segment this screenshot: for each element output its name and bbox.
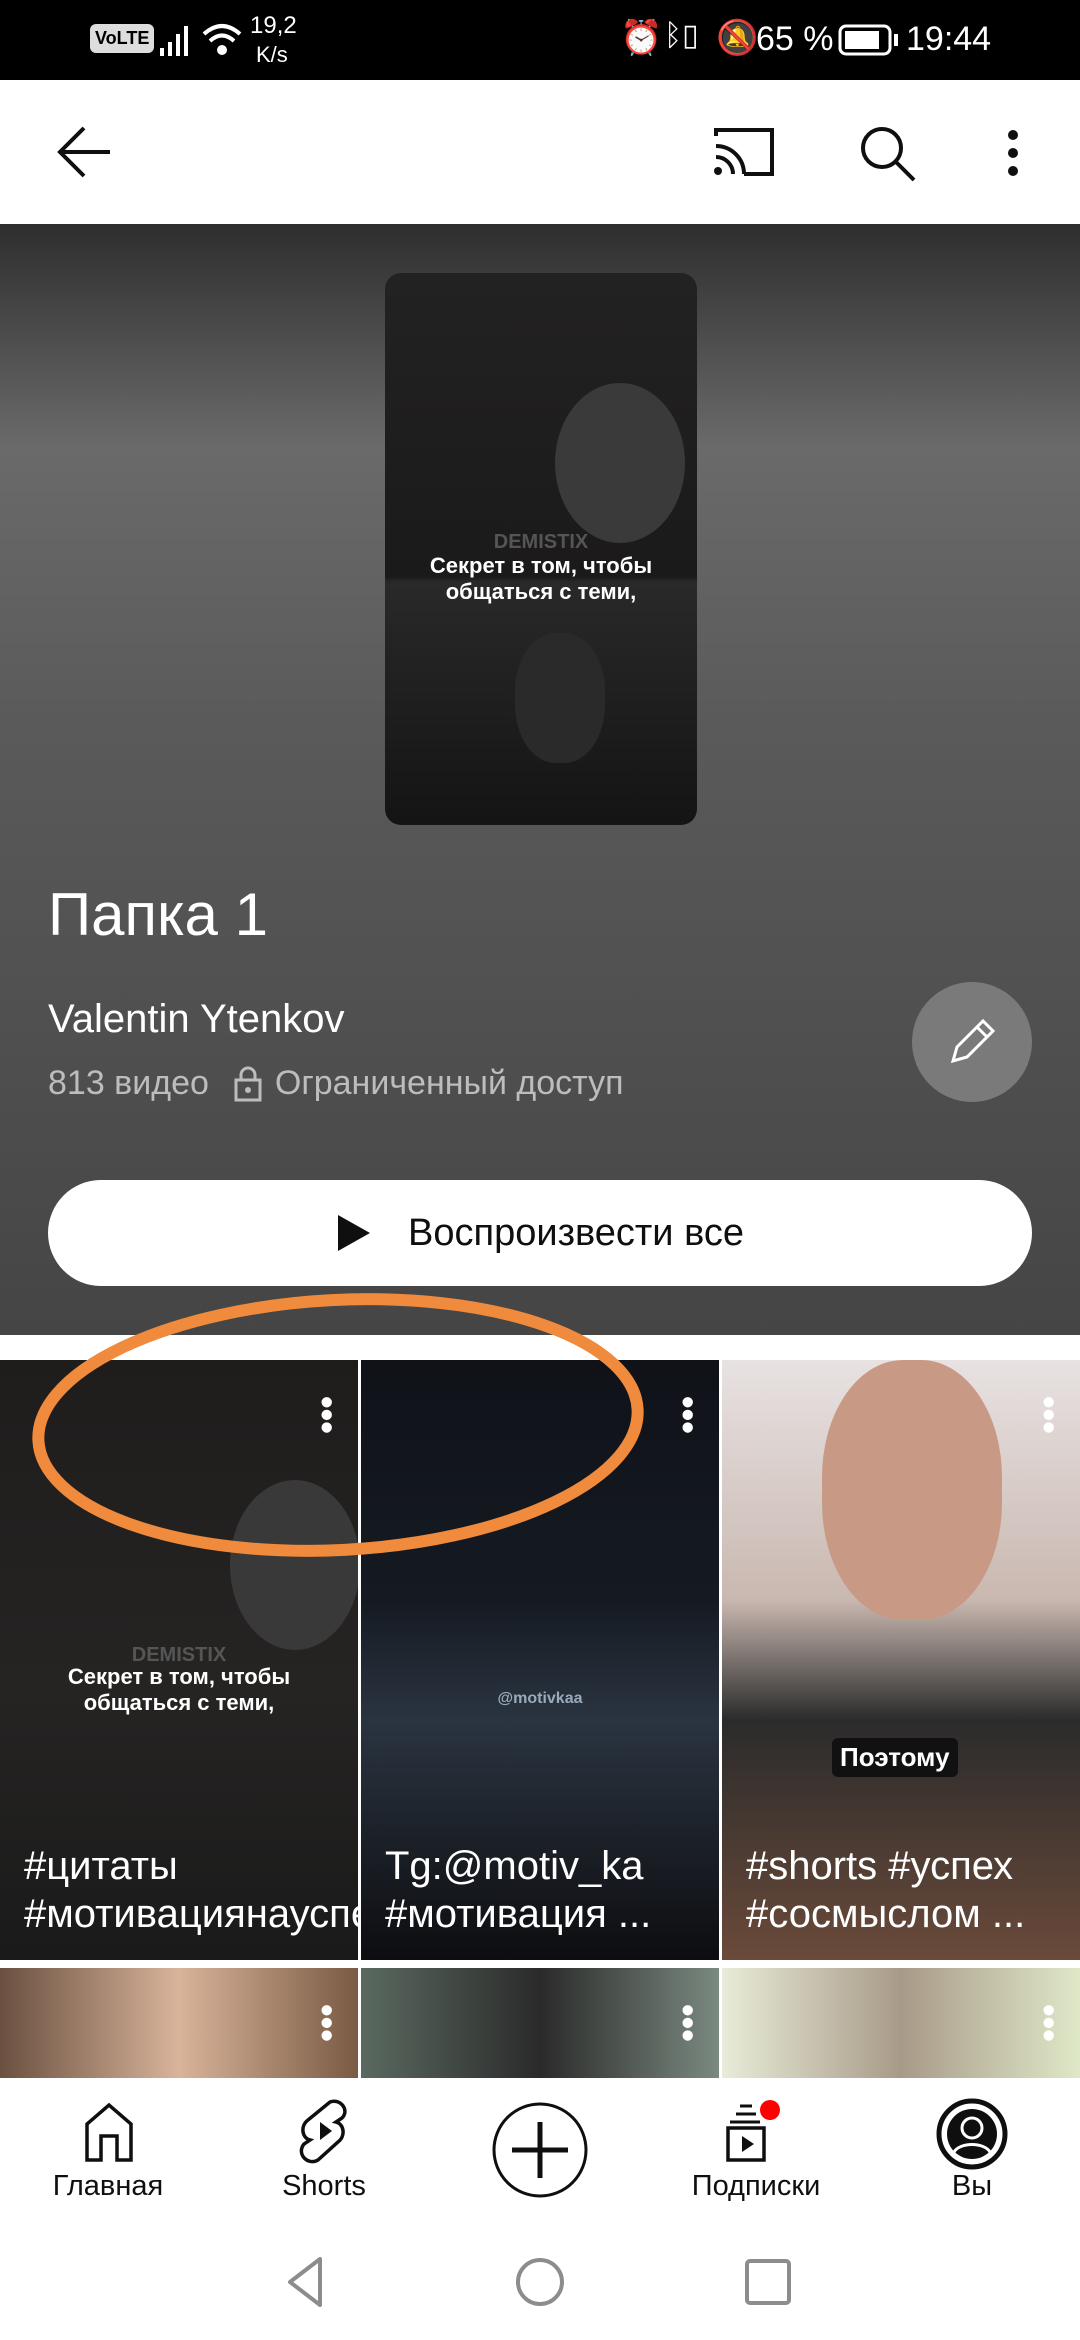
nav-shorts[interactable]: Shorts <box>216 2078 432 2222</box>
video-item[interactable]: ••• <box>722 1968 1080 2078</box>
nav-label: Главная <box>52 2170 164 2202</box>
bluetooth-battery-icon: ᛒ▯ <box>664 19 699 52</box>
video-item[interactable]: ••• <box>361 1968 719 2078</box>
more-vert-icon[interactable]: ••• <box>1029 1396 1070 1434</box>
more-vert-icon[interactable]: ••• <box>307 2004 348 2042</box>
video-item[interactable]: ••• <box>0 1968 358 2078</box>
pencil-icon <box>950 1018 996 1064</box>
system-back-icon[interactable] <box>286 2256 326 2308</box>
privacy-status: Ограниченный доступ <box>274 1064 624 1102</box>
nav-subscriptions[interactable]: Подписки <box>648 2078 864 2222</box>
signal-icon <box>160 26 188 56</box>
skull-figure <box>555 383 685 543</box>
battery-icon <box>838 24 898 56</box>
thumbnail-watermark: DEMISTIX <box>493 531 589 553</box>
video-title: Tg:@motiv_ka #мотивация ... <box>385 1844 652 1936</box>
arrow-back-icon[interactable] <box>56 124 114 180</box>
channel-name[interactable]: Valentin Ytenkov <box>48 997 345 1042</box>
play-all-label: Воспроизвести все <box>408 1211 744 1254</box>
status-bar: VoLTE 19,2 K/s ⏰ ᛒ▯ 🔕 65 % 19:44 <box>0 0 1080 80</box>
create-plus-icon <box>492 2102 588 2198</box>
alarm-icon: ⏰ <box>620 19 663 57</box>
video-caption: Секрет в том, чтобы общаться с теми, <box>67 1664 291 1715</box>
more-vert-icon[interactable]: ••• <box>668 2004 709 2042</box>
nav-label: Подписки <box>691 2170 821 2202</box>
play-icon <box>338 1215 371 1251</box>
nav-label: Вы <box>951 2170 993 2202</box>
nav-home[interactable]: Главная <box>0 2078 216 2222</box>
mute-icon: 🔕 <box>716 19 759 57</box>
video-count: 813 видео <box>48 1064 209 1102</box>
system-nav-bar <box>0 2222 1080 2340</box>
edit-playlist-button[interactable] <box>912 982 1032 1102</box>
more-vert-icon[interactable]: ••• <box>1029 2004 1070 2042</box>
nav-label: Shorts <box>282 2170 366 2202</box>
more-vert-icon[interactable] <box>1006 128 1020 178</box>
account-icon <box>936 2098 1008 2170</box>
person-face <box>822 1360 1002 1620</box>
net-speed-unit: K/s <box>256 42 288 67</box>
playlist-meta: 813 видео Ограниченный доступ <box>48 1064 624 1103</box>
system-recents-icon[interactable] <box>744 2258 792 2306</box>
app-bar <box>0 80 1080 224</box>
playlist-thumbnail[interactable]: DEMISTIX Секрет в том, чтобы общаться с … <box>385 273 697 825</box>
cast-icon[interactable] <box>712 126 776 178</box>
subscriptions-icon <box>726 2100 780 2162</box>
volte-icon: VoLTE <box>90 24 155 53</box>
home-icon <box>85 2102 133 2162</box>
shorts-icon <box>299 2099 347 2164</box>
video-title: #shorts #успех #сосмыслом ... <box>746 1844 1026 1936</box>
nav-you[interactable]: Вы <box>864 2078 1080 2222</box>
playlist-title: Папка 1 <box>48 881 268 948</box>
thumbnail-caption: Секрет в том, чтобы общаться с теми, <box>429 553 653 604</box>
video-item[interactable]: Поэтому ••• #shorts #успех #сосмыслом ..… <box>722 1360 1080 1960</box>
wifi-icon <box>202 24 242 55</box>
orange-annotation-ellipse <box>32 1293 644 1557</box>
system-home-icon[interactable] <box>514 2256 566 2308</box>
battery-percent: 65 % <box>756 20 834 58</box>
bottom-nav: Главная Shorts Подписки Вы <box>0 2078 1080 2222</box>
clock: 19:44 <box>906 20 992 58</box>
skull-figure <box>515 633 605 763</box>
video-caption: @motivkaa <box>497 1690 583 1707</box>
search-icon[interactable] <box>858 124 918 184</box>
video-caption: Поэтому <box>832 1738 958 1777</box>
video-title: #цитаты #мотивациянауспе... <box>24 1844 358 1936</box>
nav-create[interactable] <box>432 2078 648 2222</box>
lock-icon <box>234 1066 262 1101</box>
net-speed: 19,2 <box>250 12 297 39</box>
